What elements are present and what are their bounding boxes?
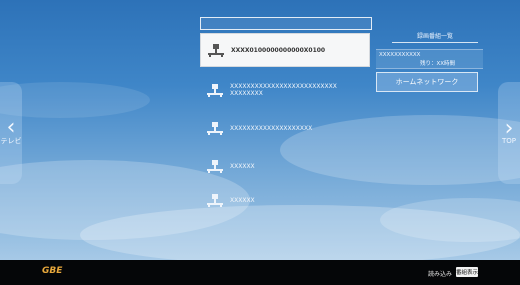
network-server-icon: [207, 84, 223, 97]
nav-top-button[interactable]: › TOP: [498, 82, 520, 184]
remaining-time-text: 残り：XX時間: [420, 61, 456, 67]
file-list-item[interactable]: XXXXXX: [200, 183, 370, 217]
network-server-icon: [207, 194, 223, 207]
panel-title: 録画番組一覧: [392, 31, 478, 43]
nav-tv-label: テレビ: [0, 137, 22, 145]
home-network-button[interactable]: ホームネットワーク: [376, 72, 478, 92]
chevron-left-icon: ‹: [6, 115, 16, 140]
nav-tv-button[interactable]: ‹ テレビ: [0, 82, 22, 184]
file-name: XXXXXXXXXXXXXXXXXXXX: [230, 124, 313, 132]
file-list-item[interactable]: XXXX0100000000000X0100: [200, 33, 370, 67]
read-label: 読み込み: [428, 271, 453, 278]
file-name: XXXX0100000000000X0100: [231, 46, 326, 54]
file-name: XXXXXXXXXXXXXXXXXXXXXXXXXXXXXXXXXX: [230, 83, 337, 97]
device-id-text: XXXXXXXXXXX: [379, 52, 421, 58]
file-list-item[interactable]: XXXXXXXXXXXXXXXXXXXXXXXXXXXXXXXXXX: [200, 73, 370, 107]
file-name: XXXXXX: [230, 196, 255, 204]
bottom-bar: GBE 読み込み 番組表示: [0, 260, 520, 285]
nav-top-label: TOP: [501, 137, 516, 145]
file-list-item[interactable]: XXXXXX: [200, 149, 370, 183]
network-server-icon: [207, 122, 223, 135]
network-server-icon: [208, 44, 224, 57]
brand-logo: GBE: [42, 266, 63, 276]
file-name: XXXXXX: [230, 162, 255, 170]
file-list-item[interactable]: XXXXXXXXXXXXXXXXXXXX: [200, 111, 370, 145]
network-server-icon: [207, 160, 223, 173]
folder-path-bar: [200, 17, 372, 30]
program-display-key[interactable]: 番組表示: [456, 267, 478, 277]
chevron-right-icon: ›: [504, 116, 514, 141]
